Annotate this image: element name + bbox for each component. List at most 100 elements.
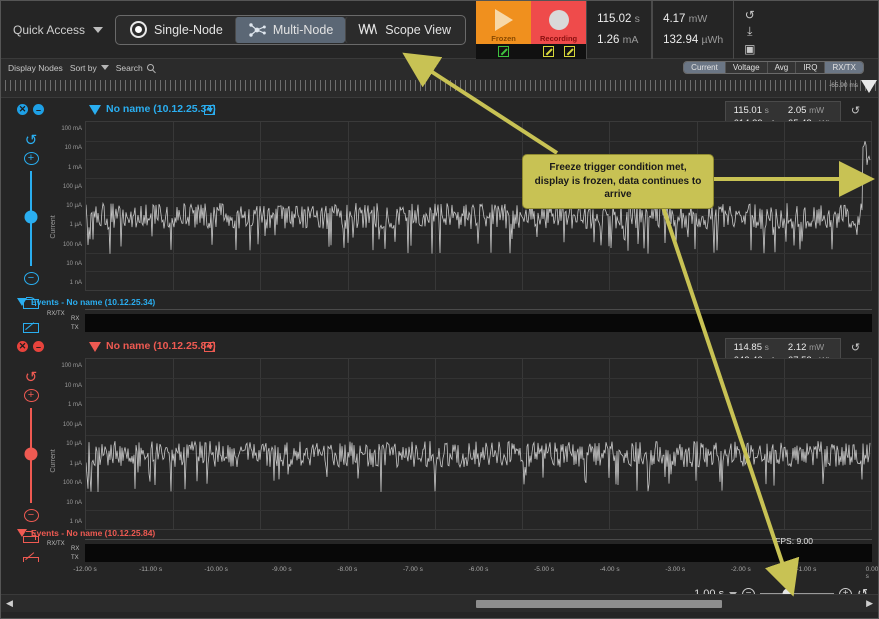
scroll-left-icon[interactable]: ◀: [1, 598, 18, 609]
overview-ruler[interactable]: -65.90 ms: [1, 76, 879, 98]
rx-events-row[interactable]: [85, 314, 872, 323]
recording-check-strip: [531, 44, 586, 59]
frozen-check-strip: [476, 44, 531, 59]
readout-power-energy: 4.17 mW 132.94 µWh: [652, 1, 734, 59]
collapse-triangle-icon[interactable]: [89, 105, 101, 115]
reset-icon[interactable]: ↺: [847, 340, 864, 355]
zoom-in-icon[interactable]: +: [24, 389, 39, 402]
search-label: Search: [116, 63, 143, 73]
node-panel-2: ✕ – No name (10.12.25.84) 114.85 s 2.12 …: [9, 338, 872, 563]
time-axis: -12.00 s-11.00 s-10.00 s-9.00 s-8.00 s-7…: [1, 562, 879, 584]
reset-icon[interactable]: ↺: [741, 7, 758, 22]
y-axis-tick: 100 mA: [61, 126, 82, 132]
x-axis-tick: -9.00 s: [272, 566, 292, 573]
stat-elapsed: 114.85 s: [734, 342, 776, 353]
chevron-down-icon: [93, 27, 103, 33]
x-axis-tick: -10.00 s: [204, 566, 228, 573]
search-button[interactable]: Search: [116, 63, 154, 73]
tab-avg[interactable]: Avg: [767, 62, 796, 73]
collapse-triangle-icon: [17, 298, 27, 306]
y-axis-tick: 10 nA: [66, 500, 82, 506]
mode-scope-view-label: Scope View: [385, 23, 451, 37]
y-axis-tick: 1 nA: [70, 280, 82, 286]
tx-events-row[interactable]: [85, 323, 872, 332]
tab-irq[interactable]: IRQ: [795, 62, 824, 73]
node-panel-2-header: ✕ – No name (10.12.25.84) 114.85 s 2.12 …: [9, 338, 872, 358]
zoom-in-icon[interactable]: +: [24, 152, 39, 165]
frozen-label: Frozen: [476, 34, 531, 43]
quick-access-menu[interactable]: Quick Access: [13, 23, 103, 37]
radio-filled-icon: [130, 21, 147, 38]
gain-slider-knob[interactable]: [25, 447, 38, 460]
node-panel-1: ✕ – No name (10.12.25.34) 115.01 s 2.05 …: [9, 101, 872, 333]
tab-current[interactable]: Current: [684, 62, 725, 73]
recording-check-2[interactable]: [564, 46, 575, 57]
tx-events-row[interactable]: [85, 553, 872, 562]
y-axis-tick: 10 mA: [65, 383, 82, 389]
node-panel-1-plot[interactable]: [85, 121, 872, 291]
display-nodes-button[interactable]: Display Nodes: [8, 63, 63, 73]
gain-slider[interactable]: [30, 408, 33, 503]
tx-label: TX: [71, 325, 79, 331]
search-icon: [147, 64, 154, 71]
mode-scope-view[interactable]: Scope View: [345, 17, 463, 43]
reset-icon[interactable]: ↺: [847, 103, 864, 118]
sort-by-dropdown[interactable]: Sort by: [70, 63, 109, 73]
readout-current: 1.26 mA: [597, 34, 641, 46]
scroll-right-icon[interactable]: ▶: [861, 598, 878, 609]
readout-energy: 132.94 µWh: [663, 34, 723, 46]
x-axis-tick: -8.00 s: [337, 566, 357, 573]
horizontal-scrollbar[interactable]: ◀ ▶: [1, 594, 879, 612]
y-axis-tick: 100 nA: [63, 242, 82, 248]
screenshot-icon[interactable]: ▣: [741, 41, 758, 56]
y-axis-title: Current: [50, 215, 57, 238]
recording-check-1[interactable]: [543, 46, 554, 57]
tab-rxtx[interactable]: RX/TX: [824, 62, 863, 73]
gain-slider-knob[interactable]: [25, 210, 38, 223]
close-icon[interactable]: ✕: [17, 341, 28, 352]
recording-label: Recording: [531, 34, 586, 43]
toolbar-readouts: 115.02 s 1.26 mA 4.17 mW 132.94 µWh: [586, 1, 734, 59]
readout-elapsed-time: 115.02 s: [597, 13, 641, 25]
scrollbar-thumb[interactable]: [476, 600, 722, 608]
rxtx-label: RX/TX: [47, 541, 65, 547]
y-axis-tick: 100 µA: [63, 422, 82, 428]
zoom-out-icon[interactable]: −: [24, 272, 39, 285]
linear-mode-icon[interactable]: [23, 323, 39, 333]
node-panel-1-header: ✕ – No name (10.12.25.34) 115.01 s 2.05 …: [9, 101, 872, 121]
reset-icon[interactable]: ↺: [25, 133, 38, 148]
frozen-check[interactable]: [498, 46, 509, 57]
annotation-callout: Freeze trigger condition met, display is…: [522, 154, 714, 209]
current-waveform: [86, 359, 871, 529]
node-panel-1-dropdown[interactable]: [204, 105, 215, 115]
rx-events-row[interactable]: [85, 544, 872, 553]
y-axis-tick: 10 nA: [66, 261, 82, 267]
minimize-icon[interactable]: –: [33, 104, 44, 115]
mode-multi-node-label: Multi-Node: [273, 23, 333, 37]
ruler-marker-icon[interactable]: [861, 80, 877, 93]
y-axis-title: Current: [50, 449, 57, 472]
node-panel-2-events-header[interactable]: Events - No name (10.12.25.84): [17, 528, 155, 538]
mode-single-node[interactable]: Single-Node: [118, 17, 235, 43]
node-panel-2-dropdown[interactable]: [204, 342, 215, 352]
reset-icon[interactable]: ↺: [25, 370, 38, 385]
mode-multi-node[interactable]: Multi-Node: [235, 17, 345, 43]
y-axis-tick: 100 nA: [63, 480, 82, 486]
collapse-triangle-icon[interactable]: [89, 342, 101, 352]
chevron-down-icon: [101, 65, 109, 70]
node-panel-1-events-header[interactable]: Events - No name (10.12.25.34): [17, 297, 155, 307]
rx-label: RX: [71, 546, 79, 552]
export-icon[interactable]: ⤓: [741, 24, 758, 39]
tab-voltage[interactable]: Voltage: [725, 62, 767, 73]
close-icon[interactable]: ✕: [17, 104, 28, 115]
collapse-triangle-icon: [17, 529, 27, 537]
recording-button[interactable]: Recording: [531, 1, 586, 59]
node-panel-2-plot[interactable]: [85, 358, 872, 530]
minimize-icon[interactable]: –: [33, 341, 44, 352]
y-axis-tick: 10 µA: [66, 203, 82, 209]
y-axis-tick: 1 nA: [70, 519, 82, 525]
ruler-ticks: [5, 80, 879, 91]
frozen-button[interactable]: Frozen: [476, 1, 531, 59]
zoom-out-icon[interactable]: −: [24, 509, 39, 522]
gain-slider[interactable]: [30, 171, 33, 266]
